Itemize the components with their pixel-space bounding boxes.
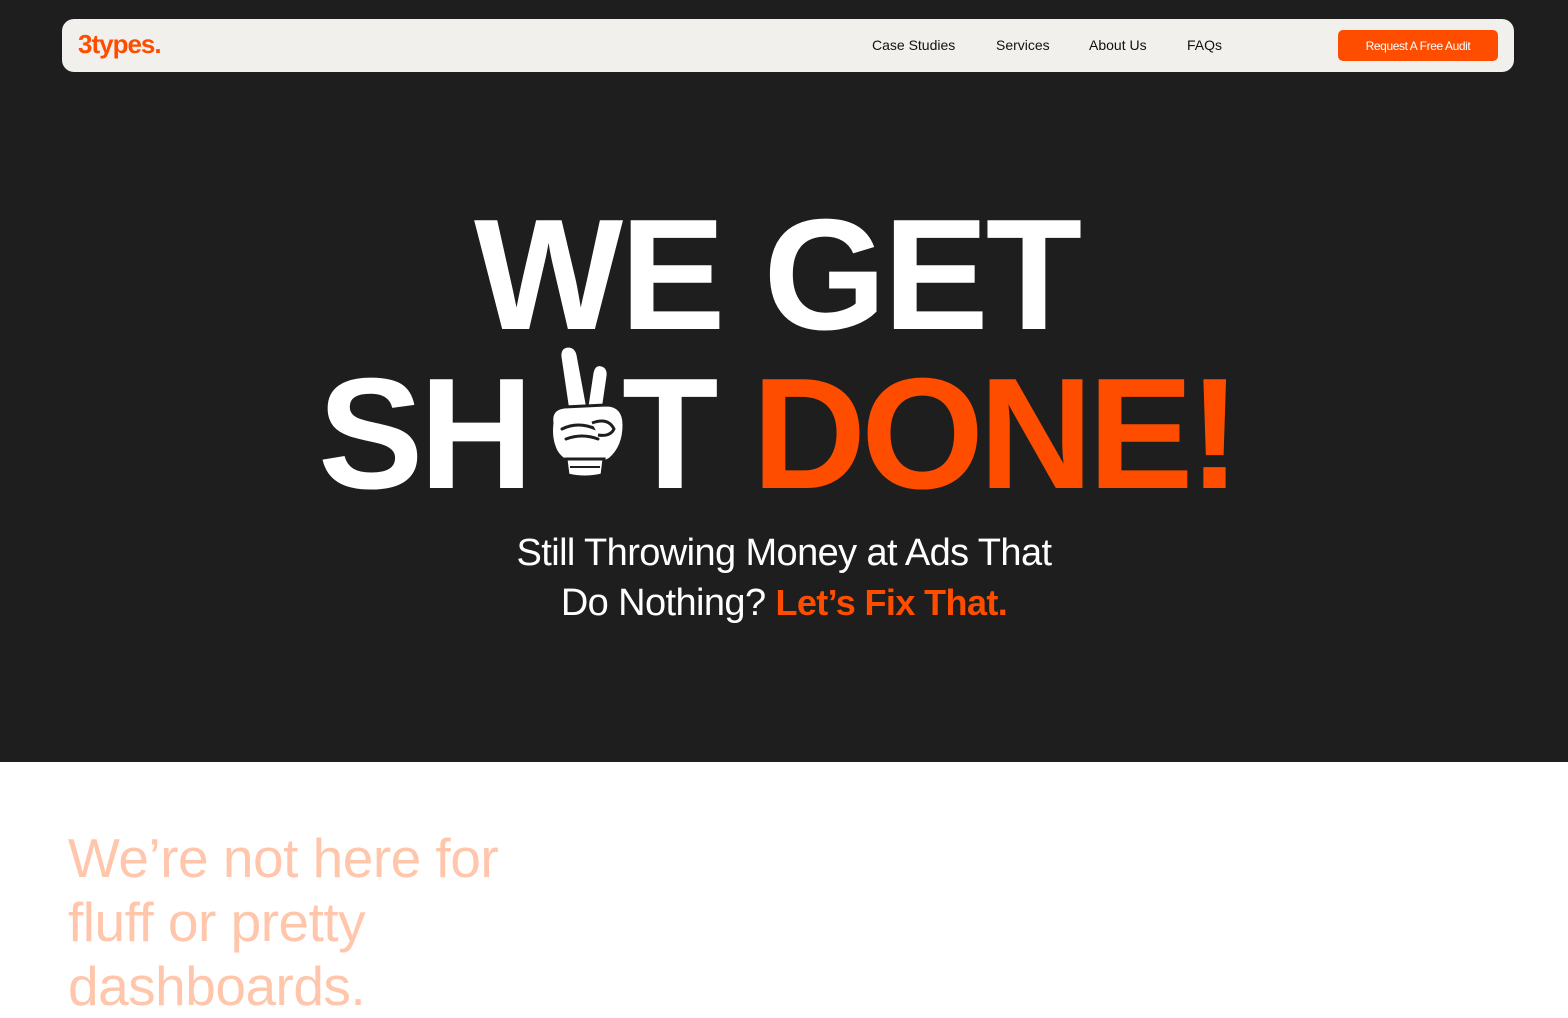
nav-link-about-us[interactable]: About Us xyxy=(1089,36,1147,54)
peace-sign-hand-icon xyxy=(550,344,626,478)
hero-subheading: Still Throwing Money at Ads That Do Noth… xyxy=(0,528,1568,628)
nav-link-services[interactable]: Services xyxy=(996,36,1050,54)
navbar: 3types. Case Studies Services About Us F… xyxy=(62,19,1514,72)
section-heading: We’re not here for fluff or pretty dashb… xyxy=(68,826,628,1018)
hero-section: 3types. Case Studies Services About Us F… xyxy=(0,0,1568,762)
subheading-line1: Still Throwing Money at Ads That xyxy=(516,532,1053,574)
nav-link-case-studies[interactable]: Case Studies xyxy=(872,36,955,54)
hero-headline-line1: WE GET xyxy=(474,187,1082,363)
section-heading-line1: We’re not here for xyxy=(68,827,499,889)
request-audit-button[interactable]: Request A Free Audit xyxy=(1338,30,1498,61)
subheading-question: Do Nothing? xyxy=(560,582,766,624)
section-heading-line3: dashboards. xyxy=(68,955,366,1017)
nav-link-faqs[interactable]: FAQs xyxy=(1187,36,1222,54)
hero-headline-t: T xyxy=(622,346,719,522)
hero-headline-sh: SH xyxy=(318,346,533,522)
hero-headline-done: DONE! xyxy=(752,346,1241,522)
subheading-accent: Let’s Fix That. xyxy=(775,582,1008,623)
logo[interactable]: 3types. xyxy=(78,29,162,59)
section-heading-line2: fluff or pretty xyxy=(68,891,366,953)
subheading-line2: Do Nothing? Let’s Fix That. xyxy=(0,578,1568,628)
